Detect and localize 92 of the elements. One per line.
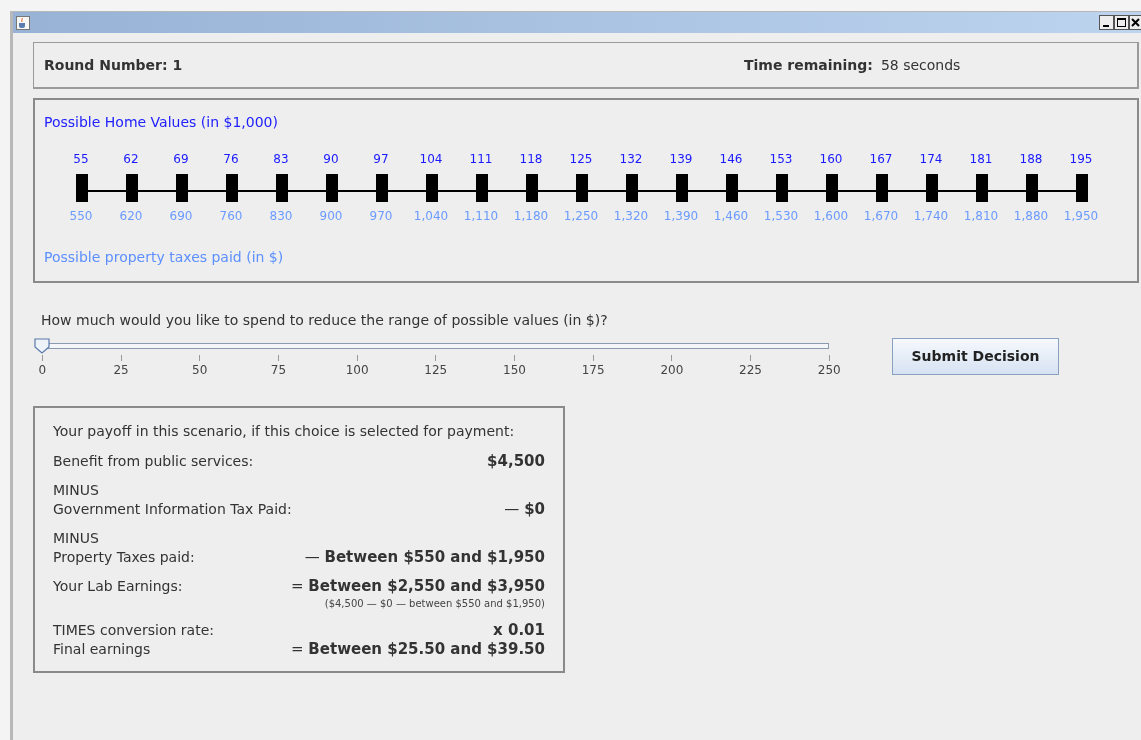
home-value-label: 118 xyxy=(519,151,543,168)
slider-tick-label: 75 xyxy=(270,362,287,379)
payoff-label: MINUS xyxy=(53,481,99,500)
property-tax-label: 1,670 xyxy=(863,208,899,225)
payoff-value: = Between $2,550 and $3,950 xyxy=(291,577,545,596)
slider-tick xyxy=(750,355,752,361)
home-value-label: 160 xyxy=(819,151,843,168)
maximize-icon[interactable] xyxy=(1114,15,1129,30)
home-value-label: 125 xyxy=(569,151,593,168)
slider-tick-label: 125 xyxy=(424,362,448,379)
payoff-label: Benefit from public services: xyxy=(53,452,254,471)
property-tax-label: 1,390 xyxy=(663,208,699,225)
property-tax-label: 1,600 xyxy=(813,208,849,225)
payoff-title: Your payoff in this scenario, if this choice is selected for payment: xyxy=(53,422,515,441)
payoff-value: — $0 xyxy=(504,500,545,519)
home-value-label: 83 xyxy=(273,151,289,168)
property-tax-label: 1,880 xyxy=(1013,208,1049,225)
slider-tick-label: 150 xyxy=(503,362,526,379)
property-tax-label: 1,110 xyxy=(463,208,499,225)
payoff-value: — Between $550 and $1,950 xyxy=(304,548,545,567)
close-icon[interactable] xyxy=(1129,15,1141,30)
slider-tick xyxy=(671,355,673,361)
home-value-label: 111 xyxy=(469,151,493,168)
property-tax-label: 760 xyxy=(219,208,243,225)
payoff-label: TIMES conversion rate: xyxy=(53,621,214,640)
slider-tick xyxy=(592,355,594,361)
panel-title: Possible Home Values (in $1,000) xyxy=(44,113,279,132)
home-value-label: 132 xyxy=(619,151,643,168)
property-tax-label: 1,250 xyxy=(563,208,599,225)
home-value-label: 181 xyxy=(969,151,993,168)
property-tax-label: 1,460 xyxy=(713,208,749,225)
property-tax-label: 1,320 xyxy=(613,208,649,225)
home-value-label: 188 xyxy=(1019,151,1043,168)
submit-decision-button[interactable]: Submit Decision xyxy=(892,338,1059,375)
slider-tick-label: 50 xyxy=(192,362,208,379)
property-tax-label: 830 xyxy=(269,208,293,225)
slider-tick-label: 100 xyxy=(345,362,369,379)
slider-tick-label: 25 xyxy=(113,362,129,379)
slider-tick xyxy=(356,355,358,361)
payoff-value: = Between $25.50 and $39.50 xyxy=(291,640,545,659)
payoff-label: MINUS xyxy=(53,529,99,548)
home-value-label: 167 xyxy=(869,151,893,168)
home-value-label: 55 xyxy=(73,151,89,168)
property-tax-label: 620 xyxy=(119,208,143,225)
slider-tick xyxy=(120,355,122,361)
property-tax-label: 970 xyxy=(369,208,393,225)
slider-tick-label: 175 xyxy=(581,362,605,379)
property-tax-label: 1,810 xyxy=(963,208,999,225)
slider-thumb[interactable] xyxy=(34,338,50,354)
coffee-cup-icon xyxy=(16,15,30,30)
property-tax-label: 1,180 xyxy=(513,208,549,225)
property-tax-label: 1,740 xyxy=(913,208,949,225)
home-value-label: 76 xyxy=(223,151,239,168)
payoff-label: Government Information Tax Paid: xyxy=(53,500,292,519)
time-label: Time remaining: xyxy=(744,55,873,75)
property-tax-label: 550 xyxy=(69,208,93,225)
slider-tick xyxy=(199,355,201,361)
spend-question: How much would you like to spend to reduce the range of possible values (in $)? xyxy=(41,311,608,330)
slider-tick xyxy=(435,355,437,361)
home-value-label: 139 xyxy=(669,151,693,168)
slider-tick xyxy=(828,355,830,361)
payoff-label: Property Taxes paid: xyxy=(53,548,195,567)
slider-tick xyxy=(41,355,43,361)
property-tax-label: 1,530 xyxy=(763,208,799,225)
slider-tick xyxy=(513,355,515,361)
home-value-label: 62 xyxy=(123,151,139,168)
panel-footer: Possible property taxes paid (in $) xyxy=(44,247,284,268)
slider-tick-label: 225 xyxy=(739,362,762,379)
slider-tick-label: 250 xyxy=(817,362,841,379)
time-value: 58 seconds xyxy=(880,55,961,75)
payoff-label: Final earnings xyxy=(53,640,151,659)
slider-tick xyxy=(277,355,279,361)
home-value-label: 90 xyxy=(323,151,339,168)
slider-tick-label: 0 xyxy=(38,362,47,379)
home-value-label: 174 xyxy=(919,151,943,168)
home-value-label: 195 xyxy=(1069,151,1093,168)
payoff-value: x 0.01 xyxy=(493,621,545,640)
payoff-note: ($4,500 — $0 — between $550 and $1,950) xyxy=(324,597,545,611)
property-tax-label: 900 xyxy=(319,208,343,225)
home-value-label: 146 xyxy=(719,151,743,168)
minimize-icon[interactable] xyxy=(1099,15,1114,30)
property-tax-label: 690 xyxy=(169,208,193,225)
home-value-label: 97 xyxy=(373,151,389,168)
home-value-label: 104 xyxy=(419,151,443,168)
payoff-value: $4,500 xyxy=(487,452,545,471)
property-tax-label: 1,950 xyxy=(1063,208,1099,225)
slider-tick-label: 200 xyxy=(660,362,684,379)
property-tax-label: 1,040 xyxy=(413,208,449,225)
payoff-label: Your Lab Earnings: xyxy=(53,577,183,596)
home-value-label: 153 xyxy=(769,151,793,168)
round-label: Round Number: 1 xyxy=(44,55,184,75)
home-value-label: 69 xyxy=(173,151,189,168)
